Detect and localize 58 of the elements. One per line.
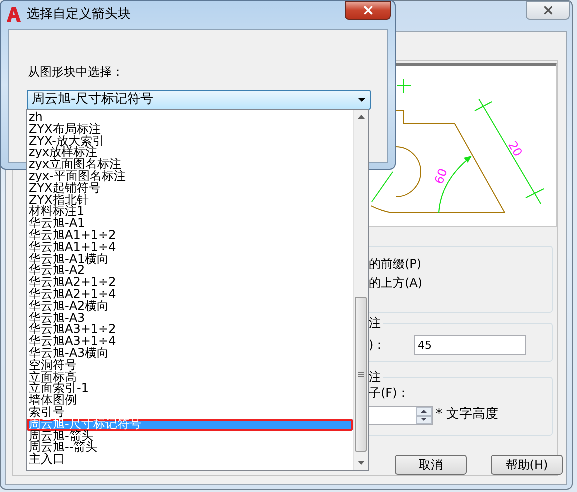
scroll-down-icon (358, 461, 365, 465)
list-item[interactable]: 华云旭A2+1÷4 (27, 288, 353, 301)
close-icon (542, 4, 554, 17)
dropdown-arrow-icon (358, 98, 366, 102)
window-title: 选择自定义箭头块 (27, 7, 131, 23)
up-arrow-icon (421, 410, 427, 413)
list-item[interactable]: 华云旭A3+1÷2 (27, 324, 353, 336)
list-item[interactable]: 华云旭-A3 (27, 312, 353, 324)
dialog-button[interactable]: 取消 (395, 455, 467, 475)
list-item[interactable]: 周云旭--箭头 (27, 442, 353, 454)
group-title: 注 (369, 316, 383, 330)
list-item[interactable]: 材料标注1 (27, 206, 353, 218)
field-label: 子(F)： (369, 386, 410, 400)
list-item[interactable]: 华云旭-A1 (27, 218, 353, 230)
field-label: )： (369, 338, 386, 352)
list-item[interactable]: 华云旭A2+1÷2 (27, 277, 353, 289)
dimension-label: 60 (432, 166, 450, 186)
list-item[interactable]: 华云旭A1+1÷4 (27, 242, 353, 254)
app-logo-icon (7, 7, 21, 22)
list-item[interactable]: 华云旭-A3横向 (27, 348, 353, 360)
list-item[interactable]: 华云旭-A2横向 (27, 300, 353, 313)
angle-field[interactable]: 45 (414, 335, 526, 355)
scrollbar[interactable] (353, 110, 368, 470)
list-item[interactable]: ZYX布局标注 (27, 124, 353, 136)
dialog-button[interactable]: 帮助(H) (491, 455, 563, 475)
group-title: 注 (369, 370, 383, 384)
list-item[interactable]: 索引号 (27, 406, 353, 419)
list-item[interactable]: 墙体图例 (27, 395, 353, 407)
close-button[interactable] (345, 1, 391, 20)
down-arrow-icon (421, 418, 427, 422)
field-suffix: * 文字高度 (436, 408, 499, 422)
list-item[interactable]: 周云旭-箭头 (27, 430, 353, 442)
option-label: 的上方(A) (369, 276, 423, 290)
list-item[interactable]: 空洞符号 (27, 360, 353, 372)
scroll-up-icon (358, 115, 365, 119)
list-item[interactable]: 华云旭A1+1÷2 (27, 230, 353, 242)
list-item[interactable]: zyx-平面图名标注 (27, 170, 353, 183)
list-item[interactable]: 立面标高 (27, 372, 353, 384)
scroll-thumb[interactable] (355, 297, 367, 452)
combo-label: 从图形块中选择： (28, 65, 124, 79)
spinner[interactable] (416, 407, 432, 424)
dimension-label: 20 (506, 138, 526, 160)
grip-icon (358, 372, 364, 378)
list-item[interactable]: ZYX-放大索引 (27, 136, 353, 148)
list-item[interactable]: 华云旭-A1横向 (27, 254, 353, 266)
list-item[interactable]: 华云旭A3+1÷4 (27, 336, 353, 348)
close-button[interactable] (526, 1, 570, 20)
list-item[interactable]: 主入口 (27, 454, 353, 466)
list-item[interactable]: 立面索引-1 (27, 383, 353, 396)
option-label: 的前缀(P) (369, 257, 422, 271)
block-dropdown[interactable]: 周云旭-尺寸标记符号 (27, 90, 371, 110)
list-item[interactable]: 华云旭-A2 (27, 265, 353, 278)
list-item[interactable]: ZYX指北针 (27, 194, 353, 206)
close-icon (362, 4, 374, 17)
list-item[interactable]: zh (27, 112, 353, 124)
list-item[interactable]: zyx放样标注 (27, 147, 353, 160)
list-item[interactable]: zyx立面图名标注 (27, 159, 353, 171)
list-item[interactable]: ZYX起铺符号 (27, 182, 353, 195)
